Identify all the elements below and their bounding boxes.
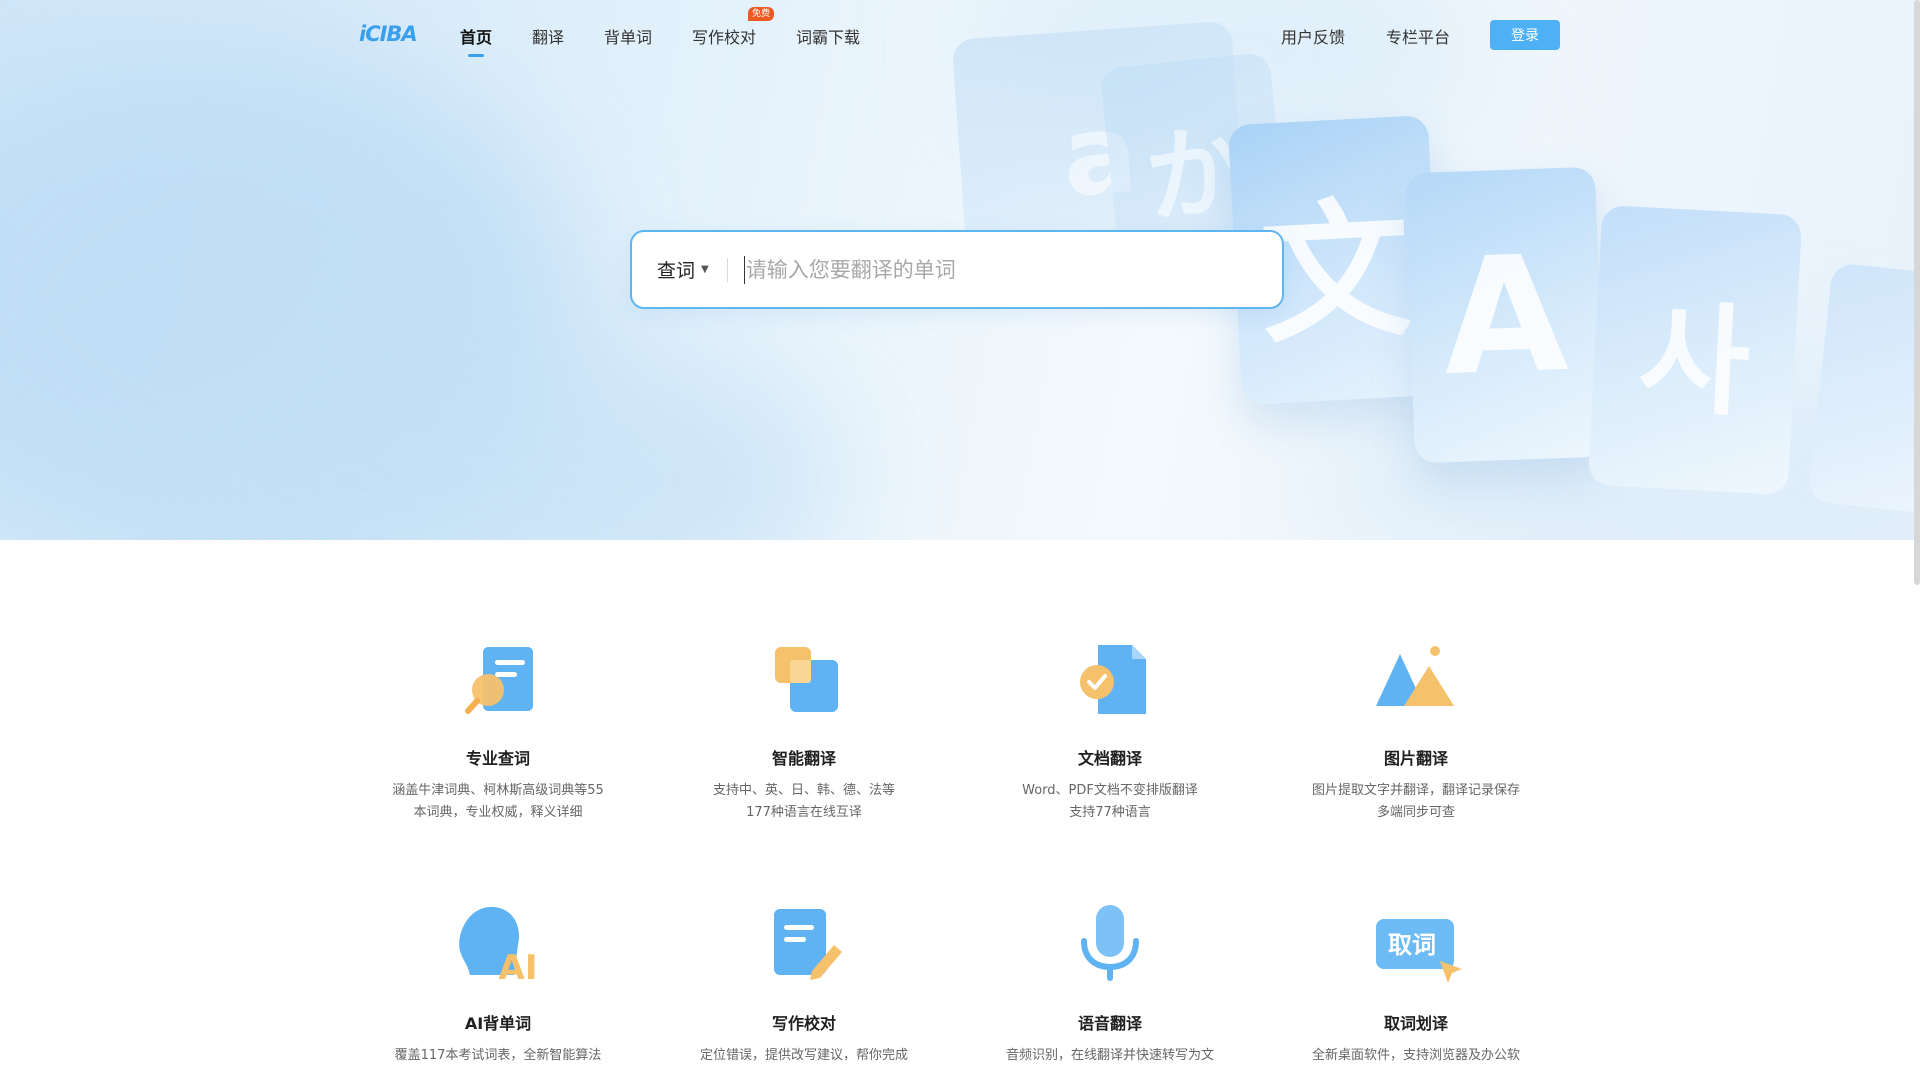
- feature-desc: 图片提取文字并翻译，翻译记录保存 多端同步可查: [1286, 780, 1546, 824]
- feature-desc: 全新桌面软件，支持浏览器及办公软: [1286, 1045, 1546, 1067]
- hero-card-A: A: [1404, 166, 1606, 464]
- feature-desc-line: 覆盖117本考试词表，全新智能算法: [394, 1048, 602, 1063]
- word-pick-icon: 取词: [1376, 919, 1462, 983]
- feature-title: 取词划译: [1383, 1014, 1448, 1033]
- feature-desc: Word、PDF文档不变排版翻译 支持77种语言: [980, 780, 1240, 824]
- page-scrollbar[interactable]: [1914, 0, 1920, 1080]
- search-input[interactable]: [745, 257, 1266, 282]
- feature-desc-line: 多端同步可查: [1376, 805, 1455, 820]
- feature-desc: 覆盖117本考试词表，全新智能算法: [368, 1045, 628, 1067]
- feature-desc: 音频识别，在线翻译并快速转写为文: [980, 1045, 1240, 1067]
- feature-title: 文档翻译: [1077, 749, 1142, 768]
- feature-desc-line: 涵盖牛津词典、柯林斯高级词典等55: [392, 783, 604, 798]
- hero-card-edge: [1807, 262, 1920, 518]
- nav-item-home[interactable]: 首页: [460, 24, 492, 57]
- logo[interactable]: iCIBA: [359, 22, 418, 46]
- feature-title: 写作校对: [771, 1014, 836, 1033]
- nav-item-feedback[interactable]: 用户反馈: [1281, 24, 1345, 48]
- caret-down-icon: ▼: [701, 264, 709, 275]
- nav-item-column-platform[interactable]: 专栏平台: [1386, 24, 1450, 48]
- search-divider: [726, 257, 728, 282]
- feature-desc: 支持中、英、日、韩、德、法等 177种语言在线互译: [674, 780, 934, 824]
- feature-desc-line: 定位错误，提供改写建议，帮你完成: [699, 1048, 908, 1063]
- feature-title: 智能翻译: [771, 749, 836, 768]
- feature-title: 语音翻译: [1077, 1014, 1142, 1033]
- text-cursor: [743, 255, 745, 284]
- search-mode-select[interactable]: 查词 ▼: [657, 256, 709, 283]
- nav-item-translate[interactable]: 翻译: [532, 24, 564, 48]
- feature-desc-line: 支持中、英、日、韩、德、法等: [712, 783, 895, 798]
- ai-head-icon: AI: [459, 906, 538, 985]
- ai-icon-label: AI: [499, 948, 538, 985]
- feature-desc-line: 图片提取文字并翻译，翻译记录保存: [1311, 783, 1520, 798]
- free-badge: 免费: [748, 7, 775, 21]
- word-pick-icon-label: 取词: [1388, 931, 1436, 959]
- login-button[interactable]: 登录: [1490, 20, 1560, 50]
- feature-title: AI背单词: [464, 1014, 532, 1033]
- search-document-icon: [465, 647, 533, 714]
- hero-card-glyph: A: [1439, 219, 1571, 411]
- feature-desc-line: 177种语言在线互译: [746, 805, 862, 820]
- hero-card-glyph: 사: [1635, 289, 1754, 434]
- feature-title: 图片翻译: [1383, 749, 1448, 768]
- top-nav: iCIBA 首页 翻译 背单词 写作校对 免费 词霸下载 用户反馈 专栏平台 登…: [0, 0, 1920, 70]
- scrollbar-thumb[interactable]: [1914, 0, 1920, 585]
- nav-item-vocabulary[interactable]: 背单词: [604, 24, 652, 48]
- feature-desc-line: Word、PDF文档不变排版翻译: [1022, 783, 1198, 798]
- nav-item-download[interactable]: 词霸下载: [796, 24, 860, 48]
- nav-item-writing-check[interactable]: 写作校对: [692, 24, 756, 48]
- translate-squares-icon: [775, 647, 838, 712]
- search-mode-label: 查词: [657, 260, 696, 282]
- feature-desc: 定位错误，提供改写建议，帮你完成: [674, 1045, 934, 1067]
- search-box: 查词 ▼: [630, 230, 1284, 309]
- edit-document-icon: [774, 909, 842, 980]
- feature-title: 专业查词: [465, 749, 530, 768]
- feature-desc-line: 支持77种语言: [1069, 805, 1151, 820]
- feature-desc: 涵盖牛津词典、柯林斯高级词典等55 本词典，专业权威，释义详细: [368, 780, 628, 824]
- document-check-icon: [1080, 645, 1146, 714]
- hero-card-sa: 사: [1587, 204, 1803, 496]
- feature-desc-line: 音频识别，在线翻译并快速转写为文: [1005, 1048, 1214, 1063]
- image-mountain-icon: [1376, 646, 1454, 706]
- feature-desc-line: 本词典，专业权威，释义详细: [413, 805, 583, 820]
- microphone-icon: [1081, 905, 1139, 981]
- feature-desc-line: 全新桌面软件，支持浏览器及办公软: [1311, 1048, 1520, 1063]
